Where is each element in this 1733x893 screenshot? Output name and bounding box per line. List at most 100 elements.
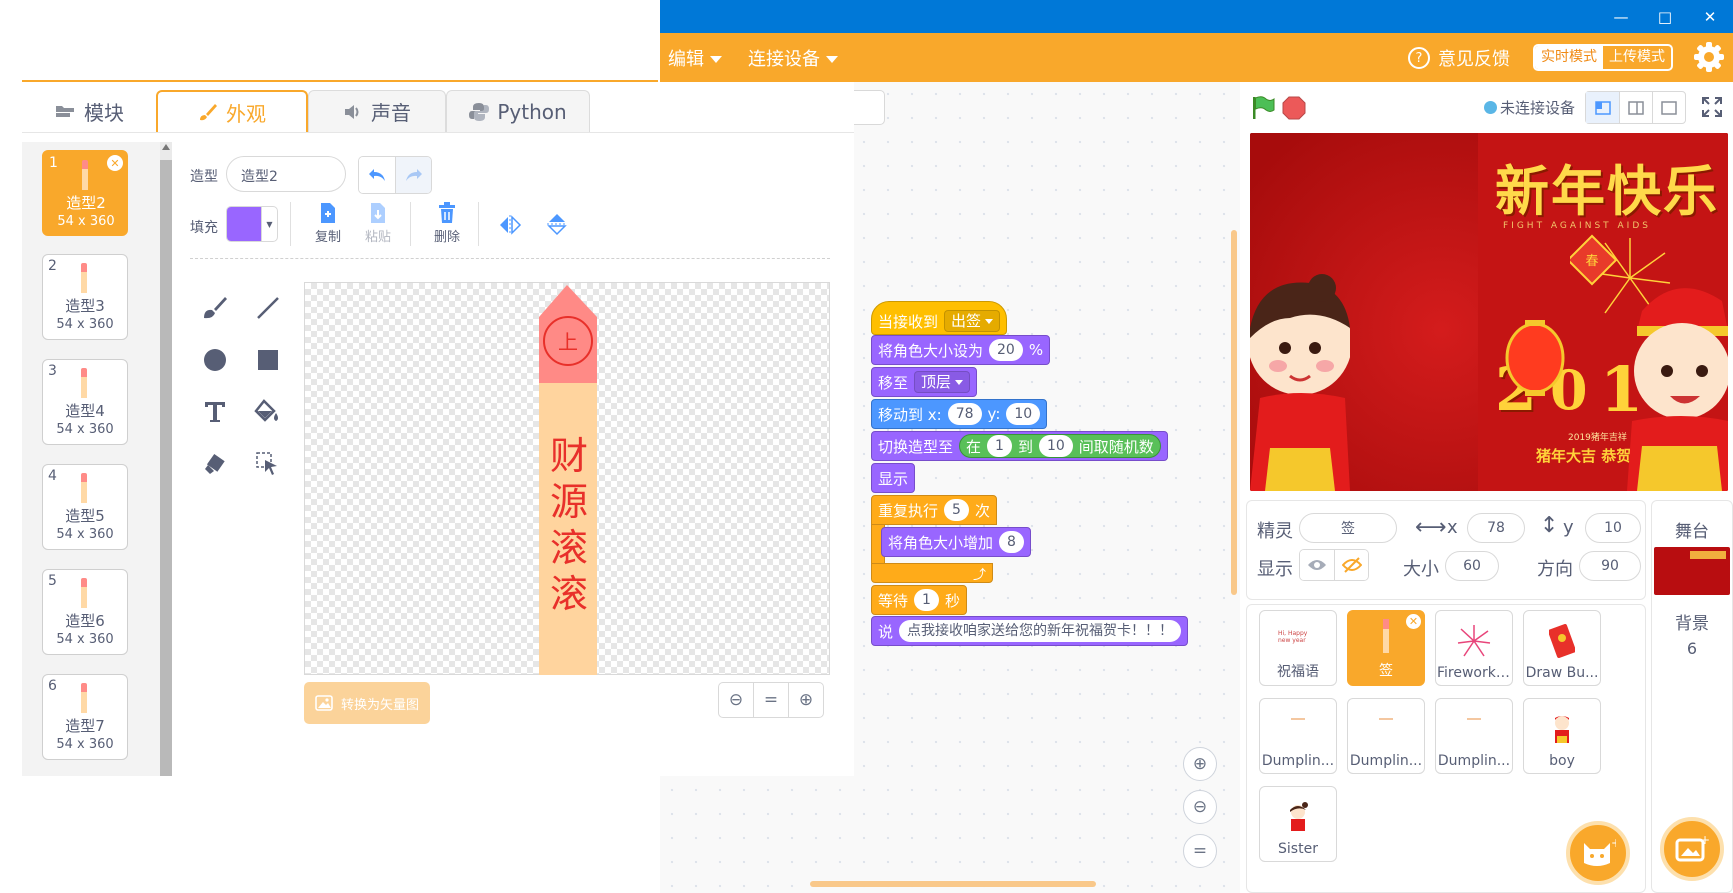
costume-name-input[interactable]: 造型2 <box>226 156 346 192</box>
copy-button[interactable]: 复制 <box>308 202 348 245</box>
undo-icon[interactable] <box>359 157 395 193</box>
random-from-input[interactable]: 1 <box>987 435 1012 457</box>
flip-vertical-icon[interactable] <box>546 212 568 236</box>
eraser-tool[interactable] <box>197 446 233 482</box>
show-block[interactable]: 显示 <box>871 463 916 493</box>
change-size-block[interactable]: 将角色大小增加 8 <box>881 527 1031 557</box>
wait-block[interactable]: 等待 1 秒 <box>871 585 967 615</box>
backdrop-thumbnail[interactable] <box>1654 547 1730 595</box>
add-backdrop-button[interactable]: + <box>1660 817 1724 881</box>
sprite-tile-dumpling-3[interactable]: Dumplin... <box>1435 698 1513 774</box>
redo-icon[interactable] <box>395 157 431 193</box>
sprite-tile-dumpling-2[interactable]: Dumplin... <box>1347 698 1425 774</box>
maximize-icon[interactable]: □ <box>1643 0 1687 33</box>
sprite-tile-draw[interactable]: Draw Bu... <box>1523 610 1601 686</box>
mode-realtime[interactable]: 实时模式 <box>1535 46 1603 69</box>
y-input[interactable]: 10 <box>1585 513 1641 543</box>
select-tool[interactable] <box>250 446 286 482</box>
zoom-in-icon[interactable]: ⊕ <box>1183 747 1217 781</box>
normal-stage-icon[interactable] <box>1619 92 1652 123</box>
when-receive-block[interactable]: 当接收到 出签 <box>871 301 1008 335</box>
visibility-toggle[interactable] <box>1299 549 1369 581</box>
zoom-reset-icon[interactable]: = <box>1183 834 1217 868</box>
paste-button[interactable]: 粘贴 <box>358 202 398 245</box>
menu-connect-device[interactable]: 连接设备 <box>748 45 838 71</box>
repeat-block[interactable]: 重复执行 5 次 <box>871 495 997 525</box>
code-horizontal-scrollbar[interactable] <box>810 881 1096 887</box>
message-dropdown[interactable]: 出签 <box>944 310 1001 332</box>
say-input[interactable]: 点我接收咱家送给您的新年祝福贺卡！！！ <box>899 620 1182 642</box>
direction-input[interactable]: 90 <box>1579 551 1641 581</box>
menu-edit[interactable]: 编辑 <box>668 45 722 71</box>
wait-input[interactable]: 1 <box>914 589 939 611</box>
x-input[interactable]: 78 <box>1467 513 1525 543</box>
move-x-input[interactable]: 78 <box>947 403 982 425</box>
large-stage-icon[interactable] <box>1652 92 1685 123</box>
small-stage-icon[interactable] <box>1586 92 1619 123</box>
scroll-up-icon[interactable] <box>162 144 170 150</box>
costume-item-2[interactable]: 2 造型3 54 x 360 <box>42 254 128 340</box>
costume-item-4[interactable]: 4 造型5 54 x 360 <box>42 464 128 550</box>
circle-tool[interactable] <box>197 342 233 378</box>
canvas-zoom-out-icon[interactable]: ⊖ <box>719 683 753 717</box>
switch-costume-block[interactable]: 切换造型至 在 1 到 10 间取随机数 <box>871 431 1168 461</box>
fill-tool[interactable] <box>250 394 286 430</box>
sprite-tile-dumpling-1[interactable]: Dumplin... <box>1259 698 1337 774</box>
gear-icon[interactable] <box>1691 39 1727 75</box>
fullscreen-icon[interactable] <box>1700 95 1724 119</box>
costume-item-5[interactable]: 5 造型6 54 x 360 <box>42 569 128 655</box>
rectangle-tool[interactable] <box>250 342 286 378</box>
flip-horizontal-icon[interactable] <box>498 214 522 236</box>
minimize-icon[interactable]: — <box>1599 0 1643 33</box>
costume-item-6[interactable]: 6 造型7 54 x 360 <box>42 674 128 760</box>
canvas-zoom-reset-icon[interactable]: = <box>753 683 789 717</box>
eye-icon[interactable] <box>1300 550 1334 580</box>
set-size-block[interactable]: 将角色大小设为 20 % <box>871 335 1051 365</box>
text-tool[interactable] <box>197 394 233 430</box>
stop-icon[interactable] <box>1281 95 1307 121</box>
tab-python[interactable]: Python <box>446 90 590 132</box>
sprite-tile-fireworks[interactable]: Fireworks4 <box>1435 610 1513 686</box>
convert-to-vector-button[interactable]: 转换为矢量图 <box>304 682 430 724</box>
costume-item-3[interactable]: 3 造型4 54 x 360 <box>42 359 128 445</box>
canvas-zoom-in-icon[interactable]: ⊕ <box>789 683 823 717</box>
stage-canvas[interactable]: 新年快乐 FIGHT AGAINST AIDS 春 2 0 1 2019猪年吉祥… <box>1250 133 1728 491</box>
sprite-tile-stick[interactable]: ✕ 签 <box>1347 610 1425 686</box>
paint-canvas[interactable]: 上 财源滚滚 <box>304 282 830 675</box>
delete-button[interactable]: 删除 <box>427 202 467 245</box>
line-tool[interactable] <box>250 290 286 326</box>
go-to-layer-block[interactable]: 移至 顶层 <box>871 367 978 397</box>
sprite-tile-blessing[interactable]: Hi, Happy new year 祝福语 <box>1259 610 1337 686</box>
size-input[interactable]: 60 <box>1445 551 1499 581</box>
tab-sounds[interactable]: 声音 <box>308 90 446 132</box>
costume-list-scroll-thumb[interactable] <box>160 160 172 776</box>
random-to-input[interactable]: 10 <box>1038 435 1073 457</box>
stage-layout-toggle[interactable] <box>1585 91 1686 124</box>
add-sprite-button[interactable]: + <box>1566 821 1630 885</box>
change-size-input[interactable]: 8 <box>999 531 1024 553</box>
layer-dropdown[interactable]: 顶层 <box>914 371 971 393</box>
sprite-name-input[interactable]: 签 <box>1299 513 1397 543</box>
sprite-tile-sister[interactable]: Sister <box>1259 786 1337 862</box>
green-flag-icon[interactable] <box>1250 95 1276 121</box>
sprite-tile-boy[interactable]: boy <box>1523 698 1601 774</box>
tab-blocks[interactable]: 模块 <box>22 90 156 132</box>
close-icon[interactable]: ✕ <box>1687 0 1733 33</box>
repeat-count-input[interactable]: 5 <box>944 499 969 521</box>
eye-hidden-icon[interactable] <box>1334 550 1368 580</box>
delete-costume-icon[interactable]: ✕ <box>107 155 123 171</box>
delete-sprite-icon[interactable]: ✕ <box>1406 614 1421 629</box>
costume-item-1[interactable]: 1 ✕ 造型2 54 x 360 <box>42 150 128 236</box>
tab-looks[interactable]: 外观 <box>156 90 308 132</box>
move-y-input[interactable]: 10 <box>1006 403 1041 425</box>
set-size-input[interactable]: 20 <box>989 339 1023 361</box>
zoom-out-icon[interactable]: ⊖ <box>1183 790 1217 824</box>
feedback-button[interactable]: ? 意见反馈 <box>1408 45 1510 71</box>
move-to-xy-block[interactable]: 移动到 x: 78 y: 10 <box>871 399 1048 429</box>
mode-switch[interactable]: 实时模式 上传模式 <box>1533 44 1673 71</box>
mode-upload[interactable]: 上传模式 <box>1603 46 1671 69</box>
say-block[interactable]: 说 点我接收咱家送给您的新年祝福贺卡！！！ <box>871 616 1189 646</box>
brush-tool[interactable] <box>197 290 233 326</box>
fill-color-picker[interactable]: ▼ <box>226 206 278 242</box>
code-vertical-scrollbar[interactable] <box>1231 230 1237 595</box>
